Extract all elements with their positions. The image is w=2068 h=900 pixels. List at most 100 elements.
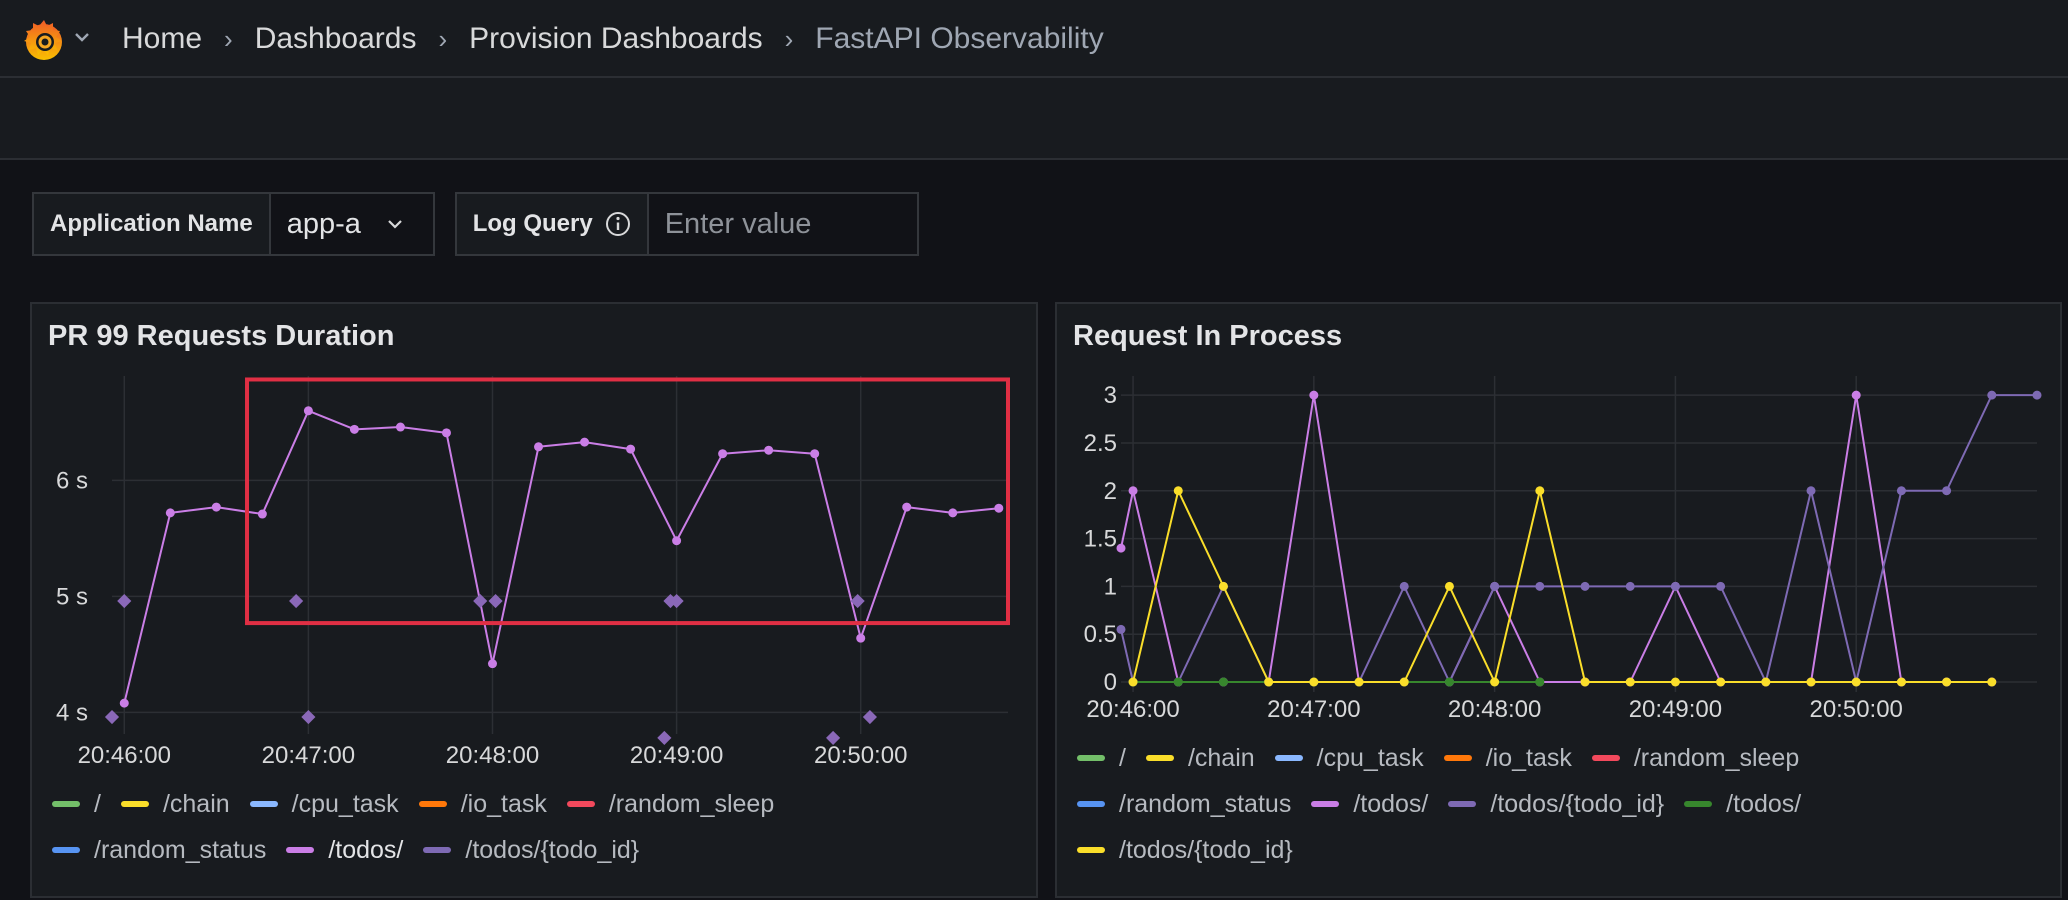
series-line [123,409,999,704]
legend-item[interactable]: /cpu_task [1274,743,1424,772]
legend-item[interactable]: /io_task [418,789,547,818]
legend-item[interactable]: /random_status [1077,790,1291,818]
x-tick-label: 20:48:00 [446,742,539,769]
legend-label: /todos/ [1353,789,1429,818]
legend-label: /todos/{todo_id} [1490,789,1665,818]
legend-item[interactable]: /todos/ [286,836,403,864]
data-point [1444,677,1454,687]
legend-item[interactable]: / [1077,744,1126,772]
data-point [1116,624,1126,634]
legend-label: /io_task [460,789,547,818]
legend-item[interactable]: /io_task [1443,744,1572,772]
data-point [1942,677,1952,687]
y-tick-label: 0.5 [1084,621,1117,648]
legend-label: /random_sleep [1633,743,1800,772]
y-tick-label: 1.5 [1084,526,1117,553]
data-point [119,698,129,708]
legend-item[interactable]: /random_sleep [566,789,775,818]
y-tick-label: 0 [1104,669,1117,696]
x-tick-label: 20:50:00 [1809,696,1902,723]
legend-label: /random_status [94,835,267,864]
legend-color-swatch [1448,801,1477,807]
data-point [211,502,221,512]
data-point [395,422,405,432]
data-point [349,424,359,434]
legend-label: /random_status [1119,789,1292,818]
chart-legend: / /chain/cpu_task/io_task/random_sleep/ra… [52,790,852,864]
legend-label: /todos/ [328,835,404,864]
legend-item[interactable]: /random_sleep [1591,743,1800,772]
data-point [1264,677,1274,687]
y-tick-label: 2 [1104,478,1117,505]
data-point [441,428,451,438]
legend-color-swatch [249,801,278,807]
data-point [1896,486,1906,496]
data-point [2032,390,2042,400]
legend-item[interactable]: /chain [1145,743,1255,772]
legend-label: /chain [1187,743,1255,772]
top-navigation-bar: Home › Dashboards › Provision Dashboards… [0,0,2068,78]
legend-item[interactable]: /todos/ [1311,790,1428,818]
data-point [1670,581,1680,591]
variables-bar: Application Name app-a Log Query [32,192,919,256]
data-point [1535,581,1545,591]
log-query-input[interactable] [648,194,917,254]
legend-item[interactable]: /cpu_task [249,790,399,818]
log-query-label: Log Query [472,210,593,237]
breadcrumb-home[interactable]: Home [122,22,202,56]
breadcrumb-provision-dashboards[interactable]: Provision Dashboards [469,22,762,56]
x-tick-label: 20:49:00 [630,742,723,769]
legend-color-swatch [1274,755,1303,761]
data-point [1399,581,1409,591]
application-name-select[interactable]: app-a [271,194,433,254]
data-point [1490,677,1500,687]
data-point [1942,486,1952,496]
legend-color-swatch [423,847,452,853]
pr99-requests-duration-panel: PR 99 Requests Duration 4 s5 s6 s 20:46:0… [30,302,1038,898]
legend-label: /cpu_task [1316,743,1424,772]
data-point [1218,581,1228,591]
data-point [1173,486,1183,496]
legend-item[interactable]: /random_status [52,836,266,864]
legend-item[interactable]: /todos/ [1684,790,1801,818]
data-point [580,437,590,447]
legend-item[interactable]: /todos/{todo_id} [1448,790,1664,818]
legend-item[interactable]: / [52,790,101,818]
legend-color-swatch [1145,755,1174,761]
grafana-logo-icon[interactable] [18,14,70,66]
data-point [1851,390,1861,400]
data-point [718,449,728,459]
info-icon[interactable] [605,211,631,237]
data-point [672,536,682,546]
y-tick-label: 1 [1104,573,1117,600]
data-point [1535,677,1545,687]
x-tick-label: 20:47:00 [1267,696,1360,723]
legend-label: /todos/ [1726,789,1802,818]
log-query-variable: Log Query [454,192,919,256]
highlight-box [245,377,1011,626]
data-point [1128,486,1138,496]
data-point [1309,390,1319,400]
data-point [1625,677,1635,687]
data-point [1580,581,1590,591]
data-point [1806,677,1816,687]
application-name-label: Application Name [34,194,271,254]
legend-color-swatch [1591,755,1620,761]
legend-color-swatch [1684,801,1713,807]
data-point [764,445,774,455]
legend-color-swatch [52,847,80,853]
legend-label: /random_sleep [608,789,775,818]
breadcrumb-dashboards[interactable]: Dashboards [255,22,417,56]
legend-color-swatch [418,801,447,807]
data-point [948,508,958,518]
chart-legend: / /chain/cpu_task/io_task/random_sleep/ra… [1077,744,1897,864]
data-point [1896,677,1906,687]
chevron-down-icon[interactable] [74,30,90,44]
x-tick-label: 20:48:00 [1448,696,1541,723]
data-point [902,502,912,512]
data-point [1670,677,1680,687]
data-point [1218,677,1228,687]
legend-item[interactable]: /todos/{todo_id} [1077,836,1293,864]
legend-item[interactable]: /chain [120,790,230,818]
legend-item[interactable]: /todos/{todo_id} [423,836,639,864]
